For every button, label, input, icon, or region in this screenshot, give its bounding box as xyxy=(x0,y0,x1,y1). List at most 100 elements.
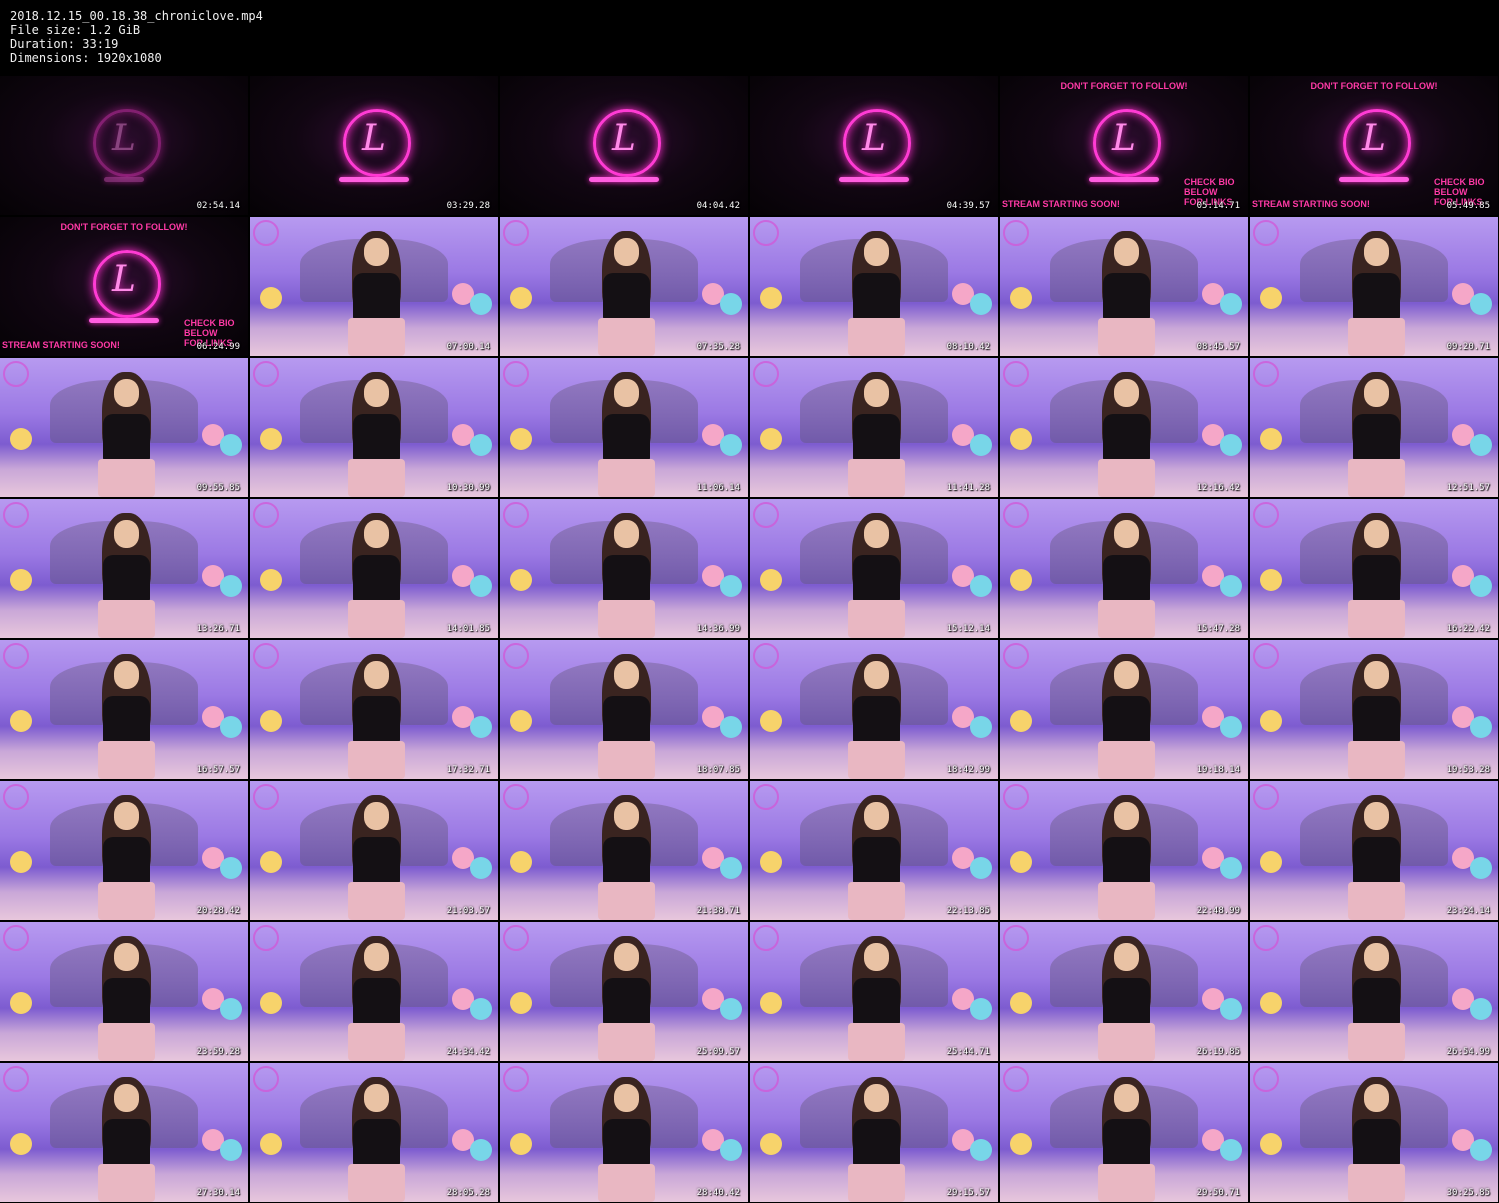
thumbnail-frame[interactable]: 12:51.57 xyxy=(1250,358,1498,497)
thumbnail-frame[interactable]: L 03:29.28 xyxy=(250,76,498,215)
pillow xyxy=(10,569,32,591)
thumbnail-frame[interactable]: 11:06.14 xyxy=(500,358,748,497)
streamer-figure xyxy=(844,653,908,779)
streamer-figure xyxy=(1094,371,1158,497)
streamer-figure xyxy=(1344,512,1408,638)
streamer-figure xyxy=(594,371,658,497)
figure-face xyxy=(363,943,390,971)
pillow xyxy=(720,857,742,879)
thumbnail-frame[interactable]: 21:03.57 xyxy=(250,781,498,920)
thumbnail-frame[interactable]: 16:22.42 xyxy=(1250,499,1498,638)
thumbnail-frame[interactable]: 28:05.28 xyxy=(250,1063,498,1202)
thumbnail-frame[interactable]: 28:40.42 xyxy=(500,1063,748,1202)
duration: Duration: 33:19 xyxy=(10,37,119,51)
thumbnail-frame[interactable]: 30:25.85 xyxy=(1250,1063,1498,1202)
thumbnail-frame[interactable]: 26:19.85 xyxy=(1000,922,1248,1061)
thumbnail-frame[interactable]: 25:09.57 xyxy=(500,922,748,1061)
thumbnail-frame[interactable]: 23:59.28 xyxy=(0,922,248,1061)
thumbnail-frame[interactable]: L DON'T FORGET TO FOLLOW! STREAM STARTING … xyxy=(1250,76,1498,215)
thumbnail-frame[interactable]: 17:32.71 xyxy=(250,640,498,779)
logo-caption-icon xyxy=(104,176,144,182)
thumbnail-frame[interactable]: 29:50.71 xyxy=(1000,1063,1248,1202)
thumbnail-frame[interactable]: 21:38.71 xyxy=(500,781,748,920)
logo-letter-icon: L xyxy=(612,117,636,159)
pillow xyxy=(1010,710,1032,732)
frame-timestamp: 25:44.71 xyxy=(946,1047,990,1057)
figure-top xyxy=(853,696,900,744)
figure-top xyxy=(103,555,150,603)
thumbnail-frame[interactable]: 07:35.28 xyxy=(500,217,748,356)
thumbnail-frame[interactable]: 10:30.99 xyxy=(250,358,498,497)
thumbnail-frame[interactable]: 20:28.42 xyxy=(0,781,248,920)
thumbnail-frame[interactable]: L 04:39.57 xyxy=(750,76,998,215)
thumbnail-frame[interactable]: 16:57.57 xyxy=(0,640,248,779)
pillow xyxy=(1470,575,1492,597)
figure-top xyxy=(1103,273,1150,321)
thumbnail-frame[interactable]: L DON'T FORGET TO FOLLOW! STREAM STARTING … xyxy=(0,217,248,356)
thumbnail-frame[interactable]: 24:34.42 xyxy=(250,922,498,1061)
channel-watermark-icon xyxy=(3,361,29,387)
figure-legs xyxy=(1098,1023,1155,1061)
thumbnail-frame[interactable]: L 04:04.42 xyxy=(500,76,748,215)
figure-face xyxy=(863,1084,890,1112)
frame-timestamp: 28:05.28 xyxy=(446,1188,490,1198)
thumbnail-frame[interactable]: 27:30.14 xyxy=(0,1063,248,1202)
figure-legs xyxy=(598,1023,655,1061)
figure-face xyxy=(1363,379,1390,407)
frame-timestamp: 02:54.14 xyxy=(196,201,240,211)
thumbnail-frame[interactable]: 19:53.28 xyxy=(1250,640,1498,779)
pillow xyxy=(970,1139,992,1161)
streamer-figure xyxy=(1094,653,1158,779)
frame-timestamp: 14:36.99 xyxy=(696,624,740,634)
thumbnail-frame[interactable]: 11:41.28 xyxy=(750,358,998,497)
thumbnail-frame[interactable]: 08:45.57 xyxy=(1000,217,1248,356)
thumbnail-frame[interactable]: 13:26.71 xyxy=(0,499,248,638)
pillow xyxy=(1010,1133,1032,1155)
frame-timestamp: 04:04.42 xyxy=(696,201,740,211)
pillow xyxy=(970,575,992,597)
thumbnail-frame[interactable]: 25:44.71 xyxy=(750,922,998,1061)
figure-face xyxy=(863,238,890,266)
thumbnail-frame[interactable]: 09:55.85 xyxy=(0,358,248,497)
frame-timestamp: 09:55.85 xyxy=(196,483,240,493)
thumbnail-frame[interactable]: 18:07.85 xyxy=(500,640,748,779)
thumbnail-frame[interactable]: 19:18.14 xyxy=(1000,640,1248,779)
pillow xyxy=(510,428,532,450)
figure-legs xyxy=(848,600,905,638)
pillow xyxy=(720,998,742,1020)
figure-legs xyxy=(848,741,905,779)
thumbnail-frame[interactable]: 15:47.28 xyxy=(1000,499,1248,638)
logo-letter-icon: L xyxy=(112,117,136,159)
thumbnail-frame[interactable]: 22:48.99 xyxy=(1000,781,1248,920)
streamer-figure xyxy=(594,794,658,920)
channel-watermark-icon xyxy=(753,220,779,246)
thumbnail-frame[interactable]: 12:16.42 xyxy=(1000,358,1248,497)
thumbnail-frame[interactable]: 08:10.42 xyxy=(750,217,998,356)
figure-legs xyxy=(598,459,655,497)
streamer-figure xyxy=(94,1076,158,1202)
frame-timestamp: 22:13.85 xyxy=(946,906,990,916)
thumbnail-frame[interactable]: L 02:54.14 xyxy=(0,76,248,215)
pillow xyxy=(970,293,992,315)
thumbnail-frame[interactable]: L DON'T FORGET TO FOLLOW! STREAM STARTING … xyxy=(1000,76,1248,215)
pillow xyxy=(1220,716,1242,738)
thumbnail-frame[interactable]: 29:15.57 xyxy=(750,1063,998,1202)
thumbnail-frame[interactable]: 26:54.99 xyxy=(1250,922,1498,1061)
thumbnail-frame[interactable]: 14:36.99 xyxy=(500,499,748,638)
figure-top xyxy=(603,555,650,603)
pillow xyxy=(1220,857,1242,879)
thumbnail-frame[interactable]: 22:13.85 xyxy=(750,781,998,920)
pillow xyxy=(1010,287,1032,309)
pillow xyxy=(220,998,242,1020)
figure-legs xyxy=(1348,741,1405,779)
figure-face xyxy=(363,520,390,548)
frame-timestamp: 17:32.71 xyxy=(446,765,490,775)
thumbnail-frame[interactable]: 23:24.14 xyxy=(1250,781,1498,920)
pillow xyxy=(1010,428,1032,450)
thumbnail-frame[interactable]: 14:01.85 xyxy=(250,499,498,638)
thumbnail-frame[interactable]: 07:00.14 xyxy=(250,217,498,356)
thumbnail-frame[interactable]: 15:12.14 xyxy=(750,499,998,638)
thumbnail-frame[interactable]: 18:42.99 xyxy=(750,640,998,779)
thumbnail-frame[interactable]: 09:20.71 xyxy=(1250,217,1498,356)
channel-watermark-icon xyxy=(1253,643,1279,669)
